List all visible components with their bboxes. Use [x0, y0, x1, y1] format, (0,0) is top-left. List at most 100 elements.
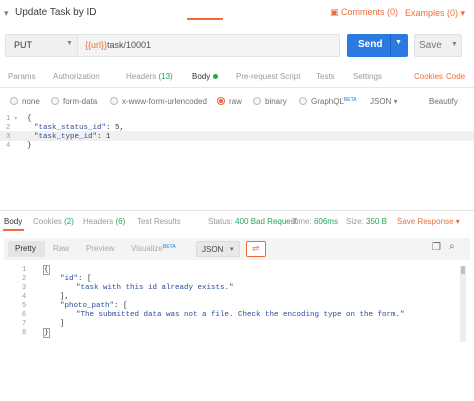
- tab-authorization[interactable]: Authorization: [53, 72, 100, 81]
- graphql-label: GraphQL: [311, 97, 344, 106]
- beautify-link[interactable]: Beautify: [429, 97, 458, 106]
- request-title[interactable]: Update Task by ID: [15, 7, 97, 18]
- wrap-lines-button[interactable]: ⇌: [246, 241, 266, 257]
- save-button[interactable]: Save ▼: [414, 34, 462, 57]
- response-body-viewer[interactable]: 1 2 3 4 5 6 7 8 { "id": [ "task with thi…: [0, 262, 474, 382]
- status-value: 400 Bad Request: [235, 217, 297, 226]
- radio-graphql[interactable]: [299, 97, 307, 105]
- cookies-link[interactable]: Cookies: [414, 72, 443, 81]
- beta-badge: BETA: [162, 244, 176, 250]
- scrollbar-thumb[interactable]: [461, 266, 465, 274]
- line-number: 2: [6, 124, 11, 132]
- line-number: 1: [6, 115, 11, 123]
- resp-tab-headers-count: (6): [115, 217, 126, 226]
- resp-tab-headers[interactable]: Headers (6): [83, 217, 125, 226]
- tab-settings[interactable]: Settings: [353, 72, 382, 81]
- body-indicator-dot: [213, 74, 219, 80]
- resp-tab-body[interactable]: Body: [4, 217, 22, 226]
- active-tab-underline: [187, 18, 223, 20]
- chevron-down-icon[interactable]: ▾: [4, 8, 9, 19]
- code-line: "The submitted data was not a file. Chec…: [76, 311, 405, 319]
- response-scrollbar[interactable]: [460, 266, 466, 342]
- tab-headers[interactable]: Headers (13): [126, 72, 173, 81]
- url-path: task/10001: [107, 40, 152, 50]
- response-size: Size: 350 B: [346, 217, 387, 226]
- resp-tab-cookies[interactable]: Cookies (2): [33, 217, 74, 226]
- chevron-down-icon[interactable]: ▼: [395, 39, 402, 46]
- pretty-button[interactable]: Pretty: [15, 244, 36, 253]
- code-line: {: [43, 265, 50, 275]
- request-tabs: Params Authorization Headers (13) Body P…: [0, 68, 474, 88]
- url-variable: {{url}}: [85, 40, 108, 50]
- active-resp-tab-underline: [3, 229, 24, 231]
- tab-body-label: Body: [192, 72, 211, 81]
- tab-params[interactable]: Params: [8, 72, 36, 81]
- line-number: 3: [6, 133, 11, 141]
- comments-link[interactable]: ▣ Comments (0): [330, 7, 398, 18]
- code-line: "id": [: [60, 275, 92, 283]
- response-format-select[interactable]: JSON ▾: [196, 241, 240, 257]
- wrap-lines-icon: ⇌: [252, 243, 260, 253]
- json-value: : 1: [97, 133, 111, 141]
- url-text: {{url}}task/10001: [85, 40, 151, 50]
- line-number: 1: [22, 266, 27, 274]
- tab-headers-count: (13): [158, 72, 173, 81]
- search-icon[interactable]: ⌕: [449, 241, 455, 252]
- visualize-button[interactable]: VisualizeBETA: [131, 244, 176, 253]
- code-line: "photo_path": [: [60, 302, 128, 310]
- size-label: Size:: [346, 217, 364, 226]
- radio-graphql-label: GraphQLBETA: [311, 97, 357, 106]
- chevron-down-icon: ▾: [393, 97, 398, 106]
- tab-headers-label: Headers: [126, 72, 157, 81]
- resp-tab-test-results[interactable]: Test Results: [137, 217, 181, 226]
- response-tabs: Body Cookies (2) Headers (6) Test Result…: [0, 211, 474, 233]
- send-button[interactable]: Send ▼: [347, 34, 408, 57]
- tab-tests[interactable]: Tests: [316, 72, 335, 81]
- code-link[interactable]: Code: [446, 72, 465, 81]
- send-divider: [390, 34, 391, 57]
- radio-none[interactable]: [10, 97, 18, 105]
- save-response-button[interactable]: Save Response ▾: [397, 217, 460, 226]
- raw-button[interactable]: Raw: [53, 244, 69, 253]
- radio-binary-label: binary: [265, 97, 287, 106]
- radio-none-label: none: [22, 97, 40, 106]
- request-body-editor[interactable]: 1 2 3 4 ▾ { "task_status_id": 5, "task_t…: [0, 113, 474, 203]
- comment-icon: ▣: [330, 7, 339, 17]
- time-label: Time:: [292, 217, 312, 226]
- fold-icon[interactable]: ▾: [14, 115, 18, 122]
- request-title-bar: ▾ Update Task by ID ▣ Comments (0) Examp…: [0, 0, 474, 28]
- chevron-down-icon: ▾: [230, 246, 234, 253]
- chevron-down-icon: ▾: [460, 8, 466, 18]
- code-line: "task_status_id": 5,: [34, 124, 124, 132]
- radio-binary[interactable]: [253, 97, 261, 105]
- json-punct: : [: [78, 275, 92, 283]
- json-punct: : [: [114, 302, 128, 310]
- code-line: }: [43, 328, 50, 338]
- resp-tab-headers-label: Headers: [83, 217, 114, 226]
- examples-link[interactable]: Examples (0) ▾: [405, 8, 465, 19]
- code-line: ],: [60, 293, 70, 301]
- beta-badge: BETA: [343, 97, 357, 103]
- chevron-down-icon[interactable]: ▼: [451, 41, 458, 48]
- radio-raw[interactable]: [217, 97, 225, 105]
- method-select[interactable]: PUT ▼: [5, 34, 78, 57]
- copy-icon[interactable]: ❐: [432, 242, 441, 253]
- url-input[interactable]: {{url}}task/10001: [78, 34, 340, 57]
- chevron-down-icon: ▼: [66, 40, 73, 47]
- radio-urlencoded[interactable]: [110, 97, 118, 105]
- response-format-bar: Pretty Raw Preview VisualizeBETA JSON ▾ …: [4, 238, 470, 260]
- line-number: 6: [22, 311, 27, 319]
- save-label: Save: [419, 40, 442, 51]
- radio-form-data[interactable]: [51, 97, 59, 105]
- response-status: Status: 400 Bad Request: [208, 217, 297, 226]
- body-format-select[interactable]: JSON ▾: [370, 97, 398, 106]
- status-label: Status:: [208, 217, 233, 226]
- radio-raw-label: raw: [229, 97, 242, 106]
- line-number: 2: [22, 275, 27, 283]
- radio-form-data-label: form-data: [63, 97, 98, 106]
- tab-body[interactable]: Body: [192, 72, 219, 81]
- tab-prerequest-script[interactable]: Pre-request Script: [236, 72, 300, 81]
- preview-button[interactable]: Preview: [86, 244, 114, 253]
- line-number: 4: [6, 142, 11, 150]
- line-number: 7: [22, 320, 27, 328]
